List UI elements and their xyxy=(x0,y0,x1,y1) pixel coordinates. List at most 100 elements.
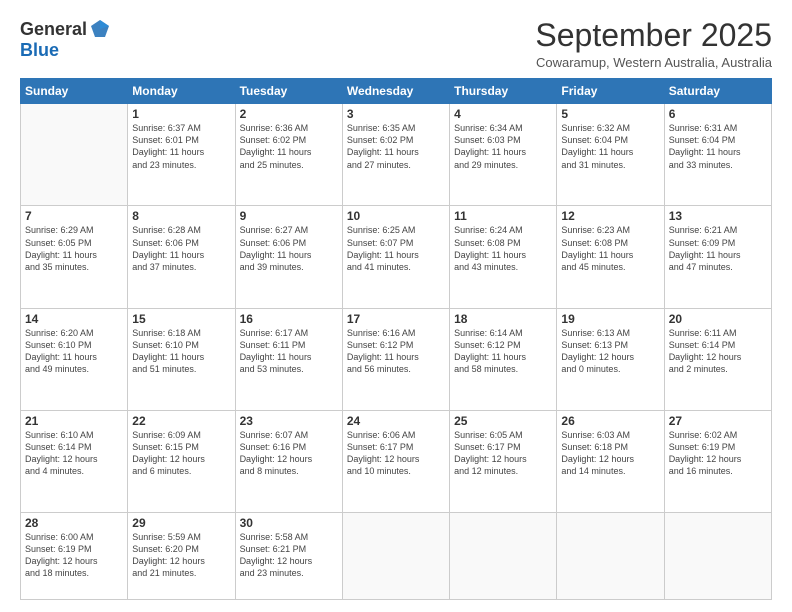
day-info: Sunrise: 6:18 AM Sunset: 6:10 PM Dayligh… xyxy=(132,327,230,376)
day-info: Sunrise: 6:07 AM Sunset: 6:16 PM Dayligh… xyxy=(240,429,338,478)
calendar-cell: 12Sunrise: 6:23 AM Sunset: 6:08 PM Dayli… xyxy=(557,206,664,308)
day-info: Sunrise: 6:14 AM Sunset: 6:12 PM Dayligh… xyxy=(454,327,552,376)
day-number: 2 xyxy=(240,107,338,121)
calendar-cell: 17Sunrise: 6:16 AM Sunset: 6:12 PM Dayli… xyxy=(342,308,449,410)
calendar-cell: 26Sunrise: 6:03 AM Sunset: 6:18 PM Dayli… xyxy=(557,410,664,512)
day-number: 7 xyxy=(25,209,123,223)
day-number: 5 xyxy=(561,107,659,121)
day-number: 10 xyxy=(347,209,445,223)
day-number: 22 xyxy=(132,414,230,428)
day-header-wednesday: Wednesday xyxy=(342,79,449,104)
calendar-cell xyxy=(342,512,449,599)
calendar-cell xyxy=(450,512,557,599)
day-number: 15 xyxy=(132,312,230,326)
logo-blue-text: Blue xyxy=(20,40,59,61)
title-area: September 2025 Cowaramup, Western Austra… xyxy=(535,18,772,70)
calendar-cell: 1Sunrise: 6:37 AM Sunset: 6:01 PM Daylig… xyxy=(128,104,235,206)
day-info: Sunrise: 6:35 AM Sunset: 6:02 PM Dayligh… xyxy=(347,122,445,171)
day-number: 1 xyxy=(132,107,230,121)
calendar-cell: 27Sunrise: 6:02 AM Sunset: 6:19 PM Dayli… xyxy=(664,410,771,512)
day-info: Sunrise: 6:13 AM Sunset: 6:13 PM Dayligh… xyxy=(561,327,659,376)
day-number: 27 xyxy=(669,414,767,428)
day-info: Sunrise: 6:28 AM Sunset: 6:06 PM Dayligh… xyxy=(132,224,230,273)
day-info: Sunrise: 6:27 AM Sunset: 6:06 PM Dayligh… xyxy=(240,224,338,273)
day-info: Sunrise: 6:06 AM Sunset: 6:17 PM Dayligh… xyxy=(347,429,445,478)
day-info: Sunrise: 6:05 AM Sunset: 6:17 PM Dayligh… xyxy=(454,429,552,478)
calendar-cell: 22Sunrise: 6:09 AM Sunset: 6:15 PM Dayli… xyxy=(128,410,235,512)
day-info: Sunrise: 6:03 AM Sunset: 6:18 PM Dayligh… xyxy=(561,429,659,478)
week-row-3: 14Sunrise: 6:20 AM Sunset: 6:10 PM Dayli… xyxy=(21,308,772,410)
location-subtitle: Cowaramup, Western Australia, Australia xyxy=(535,55,772,70)
calendar-cell: 25Sunrise: 6:05 AM Sunset: 6:17 PM Dayli… xyxy=(450,410,557,512)
day-info: Sunrise: 6:11 AM Sunset: 6:14 PM Dayligh… xyxy=(669,327,767,376)
header-row: SundayMondayTuesdayWednesdayThursdayFrid… xyxy=(21,79,772,104)
day-info: Sunrise: 6:34 AM Sunset: 6:03 PM Dayligh… xyxy=(454,122,552,171)
day-number: 14 xyxy=(25,312,123,326)
day-number: 29 xyxy=(132,516,230,530)
calendar-cell: 9Sunrise: 6:27 AM Sunset: 6:06 PM Daylig… xyxy=(235,206,342,308)
calendar-cell xyxy=(21,104,128,206)
page: General Blue September 2025 Cowaramup, W… xyxy=(0,0,792,612)
day-info: Sunrise: 6:37 AM Sunset: 6:01 PM Dayligh… xyxy=(132,122,230,171)
calendar-cell: 2Sunrise: 6:36 AM Sunset: 6:02 PM Daylig… xyxy=(235,104,342,206)
calendar-cell: 4Sunrise: 6:34 AM Sunset: 6:03 PM Daylig… xyxy=(450,104,557,206)
month-title: September 2025 xyxy=(535,18,772,53)
day-info: Sunrise: 6:16 AM Sunset: 6:12 PM Dayligh… xyxy=(347,327,445,376)
calendar-cell: 5Sunrise: 6:32 AM Sunset: 6:04 PM Daylig… xyxy=(557,104,664,206)
week-row-1: 1Sunrise: 6:37 AM Sunset: 6:01 PM Daylig… xyxy=(21,104,772,206)
day-header-saturday: Saturday xyxy=(664,79,771,104)
calendar-cell: 30Sunrise: 5:58 AM Sunset: 6:21 PM Dayli… xyxy=(235,512,342,599)
day-number: 9 xyxy=(240,209,338,223)
calendar-cell: 19Sunrise: 6:13 AM Sunset: 6:13 PM Dayli… xyxy=(557,308,664,410)
calendar-cell: 24Sunrise: 6:06 AM Sunset: 6:17 PM Dayli… xyxy=(342,410,449,512)
day-header-sunday: Sunday xyxy=(21,79,128,104)
day-info: Sunrise: 6:10 AM Sunset: 6:14 PM Dayligh… xyxy=(25,429,123,478)
day-number: 18 xyxy=(454,312,552,326)
day-info: Sunrise: 6:02 AM Sunset: 6:19 PM Dayligh… xyxy=(669,429,767,478)
calendar-cell xyxy=(664,512,771,599)
calendar-table: SundayMondayTuesdayWednesdayThursdayFrid… xyxy=(20,78,772,600)
week-row-5: 28Sunrise: 6:00 AM Sunset: 6:19 PM Dayli… xyxy=(21,512,772,599)
day-number: 19 xyxy=(561,312,659,326)
day-number: 20 xyxy=(669,312,767,326)
calendar-cell: 16Sunrise: 6:17 AM Sunset: 6:11 PM Dayli… xyxy=(235,308,342,410)
calendar-cell: 7Sunrise: 6:29 AM Sunset: 6:05 PM Daylig… xyxy=(21,206,128,308)
day-number: 3 xyxy=(347,107,445,121)
day-info: Sunrise: 6:21 AM Sunset: 6:09 PM Dayligh… xyxy=(669,224,767,273)
day-number: 8 xyxy=(132,209,230,223)
day-header-monday: Monday xyxy=(128,79,235,104)
header: General Blue September 2025 Cowaramup, W… xyxy=(20,18,772,70)
day-number: 16 xyxy=(240,312,338,326)
calendar-cell: 21Sunrise: 6:10 AM Sunset: 6:14 PM Dayli… xyxy=(21,410,128,512)
calendar-cell: 13Sunrise: 6:21 AM Sunset: 6:09 PM Dayli… xyxy=(664,206,771,308)
day-number: 26 xyxy=(561,414,659,428)
calendar-cell xyxy=(557,512,664,599)
calendar-cell: 28Sunrise: 6:00 AM Sunset: 6:19 PM Dayli… xyxy=(21,512,128,599)
day-info: Sunrise: 6:24 AM Sunset: 6:08 PM Dayligh… xyxy=(454,224,552,273)
day-info: Sunrise: 5:58 AM Sunset: 6:21 PM Dayligh… xyxy=(240,531,338,580)
day-info: Sunrise: 6:36 AM Sunset: 6:02 PM Dayligh… xyxy=(240,122,338,171)
calendar-cell: 18Sunrise: 6:14 AM Sunset: 6:12 PM Dayli… xyxy=(450,308,557,410)
day-number: 17 xyxy=(347,312,445,326)
week-row-2: 7Sunrise: 6:29 AM Sunset: 6:05 PM Daylig… xyxy=(21,206,772,308)
day-number: 6 xyxy=(669,107,767,121)
day-info: Sunrise: 6:23 AM Sunset: 6:08 PM Dayligh… xyxy=(561,224,659,273)
logo-flag-icon xyxy=(89,18,111,40)
day-info: Sunrise: 6:17 AM Sunset: 6:11 PM Dayligh… xyxy=(240,327,338,376)
day-number: 12 xyxy=(561,209,659,223)
day-number: 24 xyxy=(347,414,445,428)
calendar-cell: 10Sunrise: 6:25 AM Sunset: 6:07 PM Dayli… xyxy=(342,206,449,308)
day-number: 25 xyxy=(454,414,552,428)
day-number: 4 xyxy=(454,107,552,121)
day-number: 23 xyxy=(240,414,338,428)
day-number: 30 xyxy=(240,516,338,530)
calendar-cell: 11Sunrise: 6:24 AM Sunset: 6:08 PM Dayli… xyxy=(450,206,557,308)
day-info: Sunrise: 6:29 AM Sunset: 6:05 PM Dayligh… xyxy=(25,224,123,273)
calendar-cell: 8Sunrise: 6:28 AM Sunset: 6:06 PM Daylig… xyxy=(128,206,235,308)
day-info: Sunrise: 6:09 AM Sunset: 6:15 PM Dayligh… xyxy=(132,429,230,478)
day-number: 11 xyxy=(454,209,552,223)
logo-general-text: General xyxy=(20,19,87,40)
calendar-cell: 29Sunrise: 5:59 AM Sunset: 6:20 PM Dayli… xyxy=(128,512,235,599)
calendar-cell: 20Sunrise: 6:11 AM Sunset: 6:14 PM Dayli… xyxy=(664,308,771,410)
day-info: Sunrise: 6:32 AM Sunset: 6:04 PM Dayligh… xyxy=(561,122,659,171)
